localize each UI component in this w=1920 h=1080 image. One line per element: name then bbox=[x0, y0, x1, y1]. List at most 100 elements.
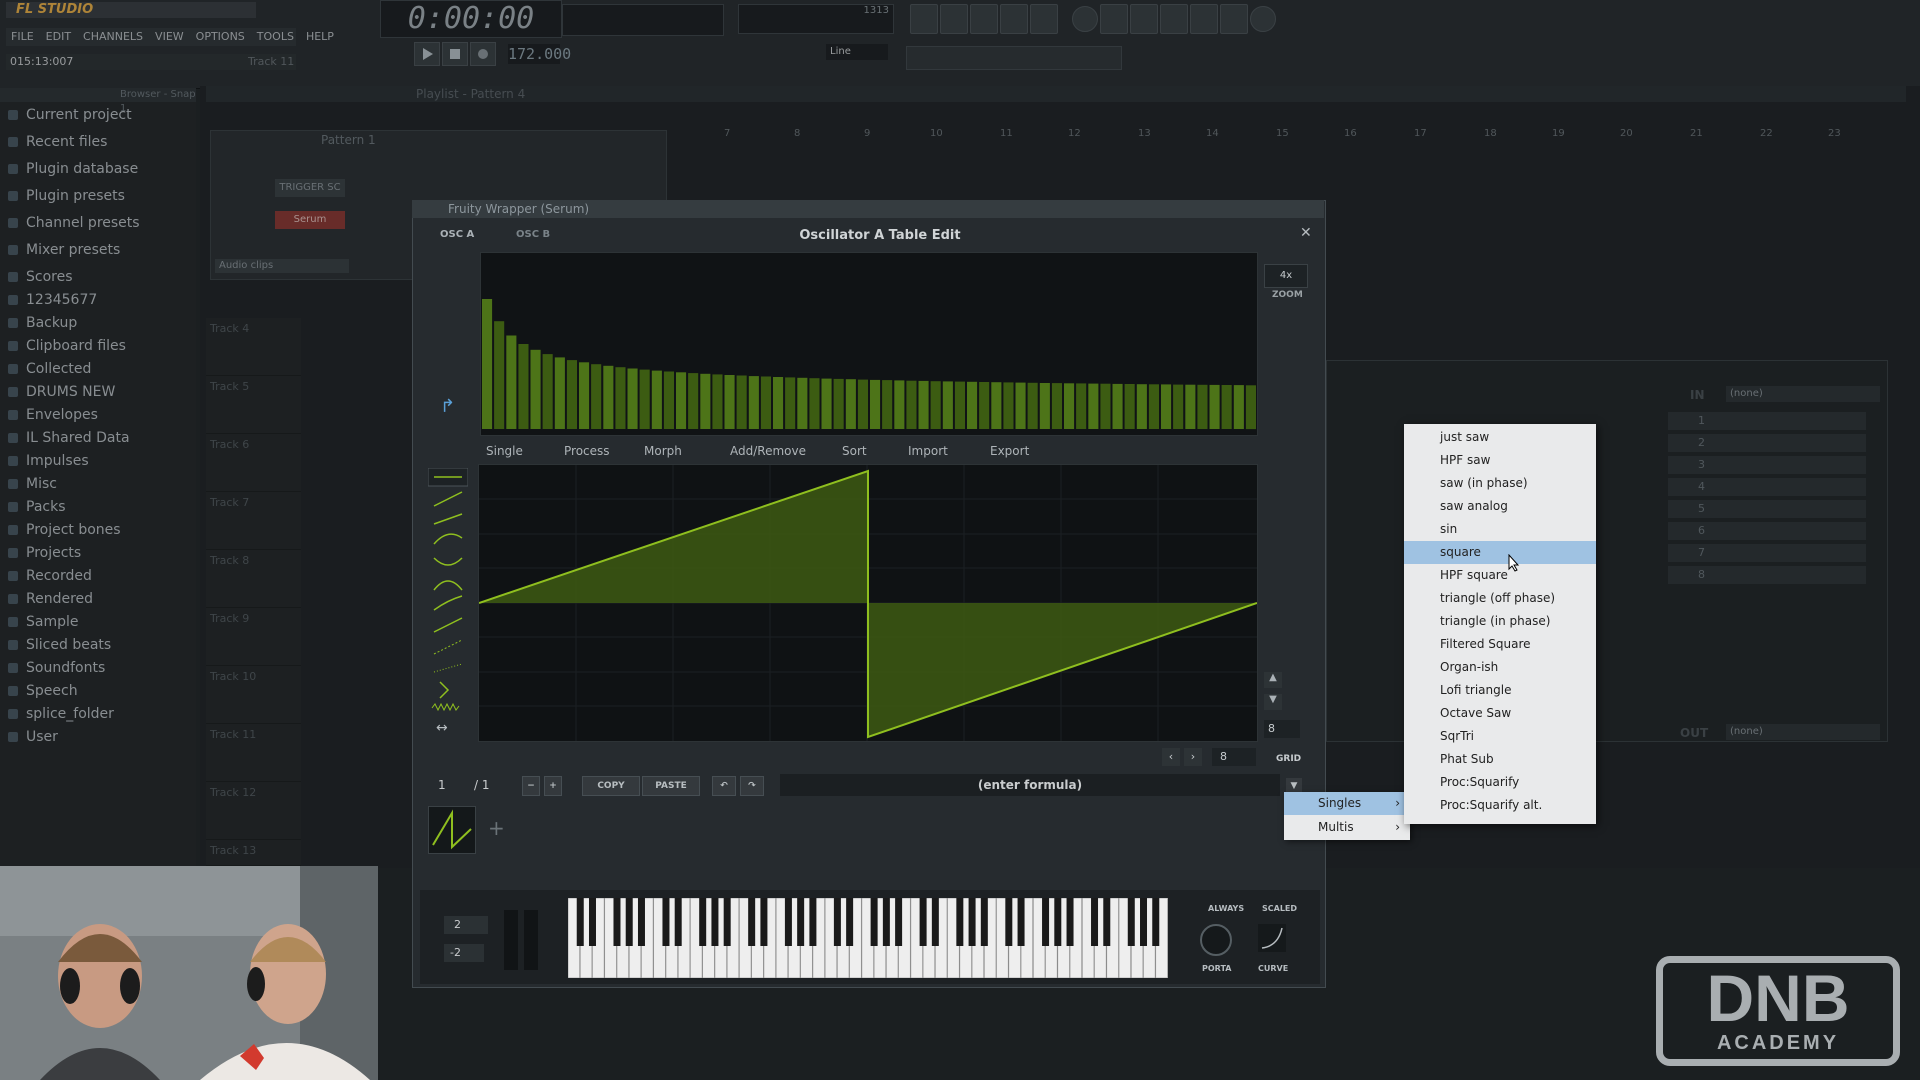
copy-button[interactable]: COPY bbox=[582, 776, 640, 796]
remove-frame-button[interactable]: − bbox=[522, 776, 540, 796]
spectrum-bar[interactable] bbox=[1076, 383, 1087, 429]
mixer-in-select[interactable]: (none) bbox=[1726, 386, 1880, 402]
menu-item-singles[interactable]: Singles › bbox=[1284, 792, 1410, 815]
spectrum-bar[interactable] bbox=[1051, 383, 1062, 429]
spectrum-bar[interactable] bbox=[809, 378, 820, 429]
menu-options[interactable]: OPTIONS bbox=[191, 28, 250, 46]
browser-item[interactable]: Plugin database bbox=[8, 158, 194, 180]
spectrum-bar[interactable] bbox=[566, 360, 577, 429]
browser-item[interactable]: Scores bbox=[8, 266, 194, 288]
browser-item[interactable]: 12345677 bbox=[8, 289, 194, 311]
black-key[interactable] bbox=[576, 898, 584, 946]
mixer-slot[interactable]: 2 bbox=[1668, 434, 1866, 452]
browser-item[interactable]: Misc bbox=[8, 473, 194, 495]
browser-item[interactable]: Speech bbox=[8, 680, 194, 702]
menu-process[interactable]: Process bbox=[564, 444, 610, 458]
menu-sort[interactable]: Sort bbox=[842, 444, 867, 458]
preset-item[interactable]: Octave Saw bbox=[1404, 702, 1596, 725]
track-header[interactable]: Track 7 bbox=[206, 492, 301, 550]
spectrum-bar[interactable] bbox=[506, 335, 517, 430]
spectrum-bar[interactable] bbox=[1136, 384, 1147, 429]
preset-item[interactable]: Filtered Square bbox=[1404, 633, 1596, 656]
spectrum-bar[interactable] bbox=[1185, 384, 1196, 429]
mixer-slot[interactable]: 8 bbox=[1668, 566, 1866, 584]
spectrum-bar[interactable] bbox=[676, 372, 687, 429]
spectrum-bar[interactable] bbox=[1173, 384, 1184, 429]
black-key[interactable] bbox=[1054, 898, 1062, 946]
track-header[interactable]: Track 5 bbox=[206, 376, 301, 434]
master-pitch-slider[interactable] bbox=[906, 46, 1122, 70]
spectrum-bar[interactable] bbox=[1124, 384, 1135, 429]
always-toggle[interactable]: ALWAYS bbox=[1208, 904, 1244, 913]
spectrum-bar[interactable] bbox=[1245, 385, 1256, 430]
document-icon[interactable] bbox=[1220, 4, 1248, 34]
black-key[interactable] bbox=[1152, 898, 1160, 946]
preset-item[interactable]: saw analog bbox=[1404, 495, 1596, 518]
tab-osc-b[interactable]: OSC B bbox=[516, 229, 550, 240]
preset-item[interactable]: HPF square bbox=[1404, 564, 1596, 587]
wavetable-thumbnail[interactable] bbox=[428, 806, 476, 854]
black-key[interactable] bbox=[956, 898, 964, 946]
close-icon[interactable]: ✕ bbox=[1300, 226, 1314, 240]
black-key[interactable] bbox=[968, 898, 976, 946]
menu-item-multis[interactable]: Multis › bbox=[1284, 816, 1410, 839]
scaled-toggle[interactable]: SCALED bbox=[1262, 904, 1297, 913]
black-key[interactable] bbox=[1140, 898, 1148, 946]
spectrum-bar[interactable] bbox=[530, 349, 541, 429]
preset-item[interactable]: just saw bbox=[1404, 426, 1596, 449]
frame-current[interactable]: 1 bbox=[438, 778, 446, 792]
time-display[interactable]: 0:00:00 bbox=[380, 0, 562, 38]
browser-item[interactable]: Collected bbox=[8, 358, 194, 380]
prev-arrow-button[interactable]: ‹ bbox=[1162, 748, 1180, 766]
redo-button[interactable]: ↷ bbox=[740, 776, 764, 796]
spectrum-bar[interactable] bbox=[894, 380, 905, 429]
menu-add-remove[interactable]: Add/Remove bbox=[730, 444, 806, 458]
spectrum-bar[interactable] bbox=[579, 362, 590, 429]
mixer-slot[interactable]: 4 bbox=[1668, 478, 1866, 496]
menu-single[interactable]: Single bbox=[486, 444, 523, 458]
browser-item[interactable]: Recorded bbox=[8, 565, 194, 587]
black-key[interactable] bbox=[637, 898, 645, 946]
spectrum-bar[interactable] bbox=[760, 376, 771, 430]
black-key[interactable] bbox=[662, 898, 670, 946]
search-icon[interactable] bbox=[1190, 4, 1218, 34]
browser-item[interactable]: Backup bbox=[8, 312, 194, 334]
playlist-window-icon[interactable] bbox=[910, 4, 938, 34]
spectrum-bar[interactable] bbox=[857, 379, 868, 429]
mod-wheel[interactable] bbox=[524, 910, 538, 970]
mixer-slot[interactable]: 1 bbox=[1668, 412, 1866, 430]
spectrum-bar[interactable] bbox=[845, 379, 856, 429]
spectrum-bar[interactable] bbox=[712, 374, 723, 429]
pitch-bend-down[interactable]: -2 bbox=[444, 944, 484, 962]
black-key[interactable] bbox=[784, 898, 792, 946]
help-icon[interactable] bbox=[1250, 6, 1276, 32]
track-header[interactable]: Track 10 bbox=[206, 666, 301, 724]
browser-item[interactable]: Plugin presets bbox=[8, 185, 194, 207]
spectrum-bar[interactable] bbox=[724, 375, 735, 429]
spectrum-bar[interactable] bbox=[736, 375, 747, 430]
browser-item[interactable]: Envelopes bbox=[8, 404, 194, 426]
menu-edit[interactable]: EDIT bbox=[41, 28, 76, 46]
black-key[interactable] bbox=[1127, 898, 1135, 946]
browser-item[interactable]: Channel presets bbox=[8, 212, 194, 234]
spectrum-bar[interactable] bbox=[603, 365, 614, 429]
browser-item[interactable]: splice_folder bbox=[8, 703, 194, 725]
mixer-slot[interactable]: 6 bbox=[1668, 522, 1866, 540]
black-key[interactable] bbox=[1066, 898, 1074, 946]
spectrum-bar[interactable] bbox=[591, 364, 602, 429]
track-header[interactable]: Track 6 bbox=[206, 434, 301, 492]
mixer-window-icon[interactable] bbox=[1000, 4, 1028, 34]
browser-item[interactable]: Mixer presets bbox=[8, 239, 194, 261]
spectrum-bar[interactable] bbox=[821, 378, 832, 429]
spectrum-bar[interactable] bbox=[688, 373, 699, 429]
scroll-down-button[interactable]: ▼ bbox=[1264, 694, 1282, 710]
track-header[interactable]: Track 13 bbox=[206, 840, 301, 866]
spectrum-bar[interactable] bbox=[1197, 384, 1208, 429]
black-key[interactable] bbox=[797, 898, 805, 946]
track-header[interactable]: Track 9 bbox=[206, 608, 301, 666]
channel-filter-select[interactable]: Audio clips bbox=[215, 259, 349, 273]
spectrum-bar[interactable] bbox=[748, 376, 759, 429]
channel-trigger-sc[interactable]: TRIGGER SC bbox=[275, 179, 345, 197]
browser-item[interactable]: Sliced beats bbox=[8, 634, 194, 656]
menu-tools[interactable]: TOOLS bbox=[252, 28, 299, 46]
